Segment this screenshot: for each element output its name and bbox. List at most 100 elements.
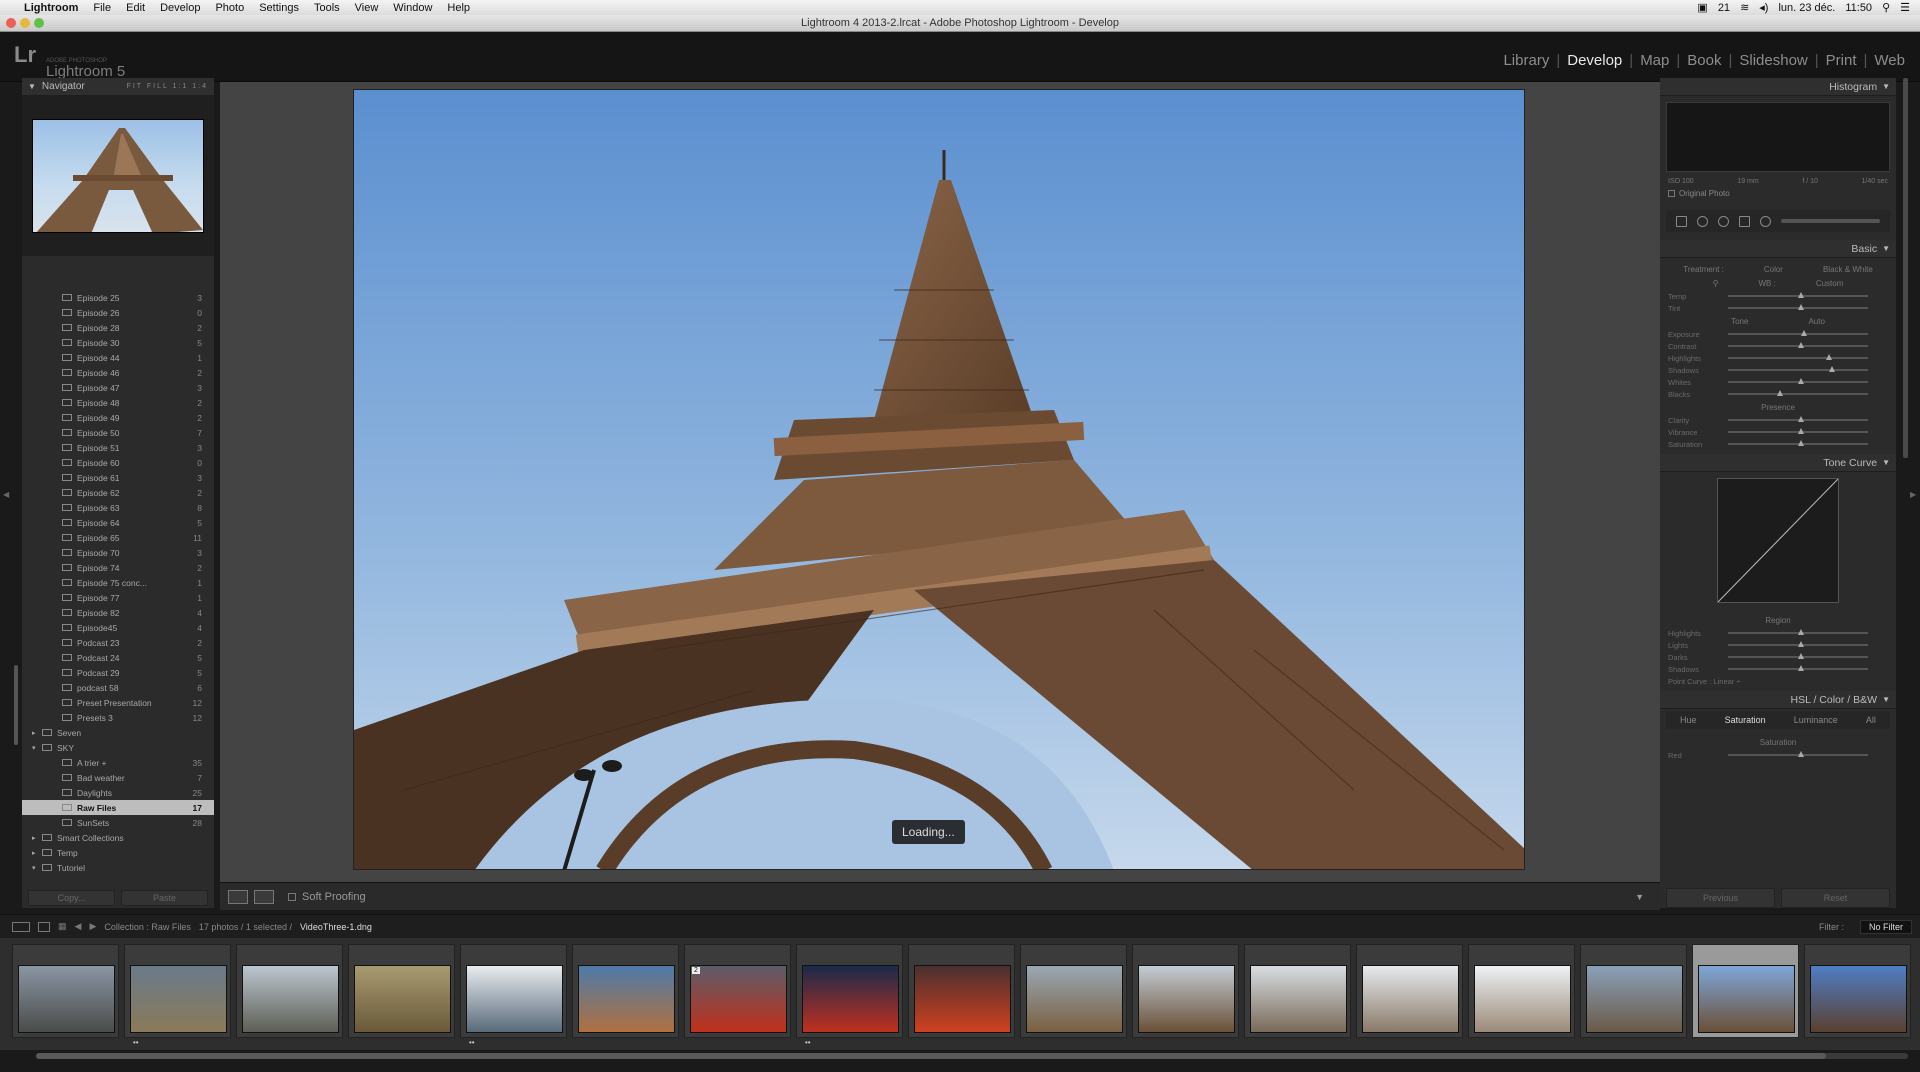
collection-item[interactable]: Presets 3 12 <box>22 710 214 725</box>
collection-item[interactable]: ▸ Smart Collections <box>22 830 214 845</box>
tone-curve-header[interactable]: Tone Curve ▼ <box>1660 454 1896 472</box>
filmstrip-scroll-thumb[interactable] <box>36 1053 1826 1059</box>
collection-item[interactable]: Episode 28 2 <box>22 320 214 335</box>
monitor-1-icon[interactable] <box>12 921 30 932</box>
histogram-display[interactable] <box>1666 102 1890 172</box>
tab-all[interactable]: All <box>1866 715 1876 725</box>
filmstrip-thumbnail[interactable]: •• <box>124 944 231 1047</box>
filmstrip-thumbnail[interactable] <box>1804 944 1911 1038</box>
filmstrip-scrollbar[interactable] <box>36 1053 1908 1059</box>
vibrance-slider[interactable]: Vibrance <box>1668 426 1888 438</box>
collection-item[interactable]: ▸ Seven <box>22 725 214 740</box>
previous-button[interactable]: Previous <box>1666 888 1775 908</box>
filter-select[interactable]: No Filter <box>1859 919 1912 934</box>
filmstrip-thumbnail[interactable] <box>236 944 343 1038</box>
camera-icon[interactable]: ▣ <box>1697 1 1707 14</box>
loupe-view-button[interactable] <box>228 889 248 904</box>
module-library[interactable]: Library <box>1496 52 1556 69</box>
module-print[interactable]: Print <box>1819 52 1864 69</box>
filmstrip-thumbnail[interactable] <box>1580 944 1687 1038</box>
menu-photo[interactable]: Photo <box>215 2 244 14</box>
original-photo-toggle[interactable]: Original Photo <box>1660 185 1896 202</box>
paste-button[interactable]: Paste <box>121 890 208 906</box>
filmstrip-thumbnail[interactable]: •• <box>460 944 567 1047</box>
collection-item[interactable]: Episode 46 2 <box>22 365 214 380</box>
before-after-button[interactable] <box>254 889 274 904</box>
graduated-filter-icon[interactable] <box>1739 215 1750 227</box>
filmstrip-thumbnail[interactable] <box>1132 944 1239 1038</box>
collapse-triangle-icon[interactable]: ▼ <box>1882 244 1890 253</box>
disclosure-arrow-icon[interactable]: ▾ <box>32 744 42 752</box>
filmstrip-thumbnail[interactable] <box>1692 944 1799 1038</box>
menu-view[interactable]: View <box>355 2 379 14</box>
hsl-header[interactable]: HSL / Color / B&W ▼ <box>1660 691 1896 709</box>
search-icon[interactable]: ⚲ <box>1882 1 1890 14</box>
clock-date[interactable]: lun. 23 déc. <box>1778 2 1835 14</box>
module-develop[interactable]: Develop <box>1560 52 1629 69</box>
temp-slider[interactable]: Temp <box>1668 290 1888 302</box>
auto-button[interactable]: Auto <box>1808 317 1824 326</box>
collapse-triangle-icon[interactable]: ▼ <box>1882 458 1890 467</box>
menu-edit[interactable]: Edit <box>126 2 145 14</box>
bw-option[interactable]: Black & White <box>1823 265 1873 274</box>
collection-item[interactable]: Episode 63 8 <box>22 500 214 515</box>
collection-item[interactable]: Episode 48 2 <box>22 395 214 410</box>
clock-time[interactable]: 11:50 <box>1845 2 1872 14</box>
curve-lights-slider[interactable]: Lights <box>1668 639 1888 651</box>
collection-item[interactable]: Episode 51 3 <box>22 440 214 455</box>
filmstrip-thumbnail[interactable] <box>1356 944 1463 1038</box>
collection-item[interactable]: Episode 60 0 <box>22 455 214 470</box>
collection-item[interactable]: Episode 44 1 <box>22 350 214 365</box>
menu-settings[interactable]: Settings <box>259 2 299 14</box>
brush-slider[interactable] <box>1781 219 1880 223</box>
saturation-slider[interactable]: Saturation <box>1668 438 1888 450</box>
collection-item[interactable]: Podcast 23 2 <box>22 635 214 650</box>
collection-item[interactable]: Episode 82 4 <box>22 605 214 620</box>
point-curve-select[interactable]: Point Curve : Linear ÷ <box>1668 675 1888 687</box>
basic-header[interactable]: Basic ▼ <box>1660 240 1896 258</box>
curve-darks-slider[interactable]: Darks <box>1668 651 1888 663</box>
blacks-slider[interactable]: Blacks <box>1668 388 1888 400</box>
wifi-icon[interactable]: ≋ <box>1740 1 1749 14</box>
disclosure-arrow-icon[interactable]: ▸ <box>32 729 42 737</box>
collapse-triangle-icon[interactable]: ▼ <box>1882 82 1890 91</box>
grid-icon[interactable]: ▦ <box>58 921 67 932</box>
navigator-preview[interactable] <box>22 96 214 256</box>
menu-develop[interactable]: Develop <box>160 2 200 14</box>
contrast-slider[interactable]: Contrast <box>1668 340 1888 352</box>
collection-item[interactable]: Episode 75 conc... 1 <box>22 575 214 590</box>
tab-luminance[interactable]: Luminance <box>1794 715 1838 725</box>
color-option[interactable]: Color <box>1764 265 1783 274</box>
navigator-zoom-options[interactable]: FIT FILL 1:1 1:4 <box>127 83 208 90</box>
collection-item[interactable]: A trier + 35 <box>22 755 214 770</box>
spot-removal-icon[interactable] <box>1697 215 1708 227</box>
main-photo[interactable] <box>353 89 1525 870</box>
collection-item[interactable]: Episode 25 3 <box>22 290 214 305</box>
copy-button[interactable]: Copy... <box>28 890 115 906</box>
red-eye-icon[interactable] <box>1718 215 1729 227</box>
menu-app[interactable]: Lightroom <box>24 2 78 14</box>
filmstrip-thumbnail[interactable] <box>348 944 455 1038</box>
collection-item[interactable]: ▸ Temp <box>22 845 214 860</box>
source-collection[interactable]: Collection : Raw Files <box>104 922 191 932</box>
curve-shadows-slider[interactable]: Shadows <box>1668 663 1888 675</box>
clarity-slider[interactable]: Clarity <box>1668 414 1888 426</box>
right-scrollbar[interactable] <box>1903 78 1908 458</box>
red-saturation-slider[interactable]: Red <box>1668 749 1888 761</box>
selected-filename[interactable]: VideoThree-1.dng <box>300 922 372 932</box>
collapse-triangle-icon[interactable]: ▼ <box>1882 695 1890 704</box>
collection-item[interactable]: Podcast 24 5 <box>22 650 214 665</box>
navigator-thumbnail[interactable] <box>32 119 204 233</box>
menu-help[interactable]: Help <box>447 2 470 14</box>
collection-item[interactable]: ▾ Tutoriel <box>22 860 214 875</box>
whites-slider[interactable]: Whites <box>1668 376 1888 388</box>
collection-item[interactable]: ▾ SKY <box>22 740 214 755</box>
collection-item[interactable]: Raw Files 17 <box>22 800 214 815</box>
wb-preset[interactable]: Custom <box>1816 279 1844 288</box>
disclosure-arrow-icon[interactable]: ▸ <box>32 834 42 842</box>
collection-item[interactable]: Episode 30 5 <box>22 335 214 350</box>
collection-item[interactable]: Daylights 25 <box>22 785 214 800</box>
reset-button[interactable]: Reset <box>1781 888 1890 908</box>
left-scrollbar[interactable] <box>14 665 18 745</box>
collection-item[interactable]: Episode45 4 <box>22 620 214 635</box>
